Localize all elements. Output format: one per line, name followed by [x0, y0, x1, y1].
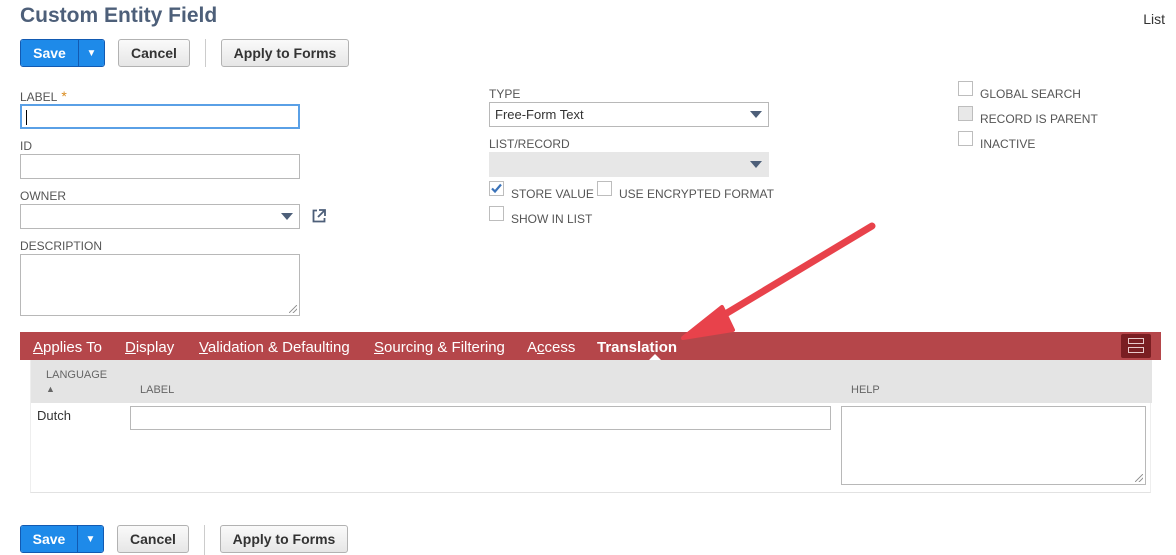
chevron-down-icon — [750, 111, 762, 118]
subtab-bar: Applies To Display Validation & Defaulti… — [20, 332, 1161, 360]
save-button-group: Save ▼ — [20, 39, 105, 67]
translation-help-textarea[interactable] — [841, 406, 1146, 485]
store-value-label: STORE VALUE — [511, 187, 594, 201]
use-encrypted-format-checkbox[interactable] — [597, 181, 612, 196]
description-field-caption: DESCRIPTION — [20, 239, 103, 253]
save-menu-button[interactable]: ▼ — [78, 40, 104, 66]
show-in-list-checkbox[interactable] — [489, 206, 504, 221]
apply-to-forms-button[interactable]: Apply to Forms — [221, 39, 349, 67]
type-select[interactable]: Free-Form Text — [489, 102, 769, 127]
store-value-checkbox[interactable] — [489, 181, 504, 196]
save-button[interactable]: Save — [21, 40, 78, 66]
save-button-bottom[interactable]: Save — [21, 526, 77, 552]
tab-applies-to[interactable]: Applies To — [33, 339, 102, 356]
label-field-caption: LABEL * — [20, 88, 67, 104]
text-cursor — [26, 110, 27, 125]
page-title: Custom Entity Field — [20, 4, 218, 27]
open-external-icon[interactable] — [311, 208, 327, 224]
type-field-caption: TYPE — [489, 87, 521, 101]
toolbar-divider — [205, 39, 206, 67]
label-column-header[interactable]: LABEL — [140, 384, 174, 396]
owner-select[interactable] — [20, 204, 300, 229]
label-field-caption-text: LABEL — [20, 90, 58, 104]
help-column-header[interactable]: HELP — [851, 384, 880, 396]
label-input[interactable] — [20, 104, 300, 129]
tab-sourcing-filtering[interactable]: Sourcing & Filtering — [374, 339, 505, 356]
sublist-header: LANGUAGE ▲ LABEL HELP — [31, 360, 1152, 403]
language-column-header[interactable]: LANGUAGE — [46, 369, 107, 381]
resize-grip-icon[interactable] — [289, 305, 297, 313]
required-marker: * — [61, 88, 67, 104]
record-is-parent-checkbox[interactable] — [958, 106, 973, 121]
record-is-parent-label: RECORD IS PARENT — [980, 112, 1098, 126]
global-search-label: GLOBAL SEARCH — [980, 87, 1081, 101]
layout-icon — [1128, 338, 1144, 344]
use-encrypted-format-label: USE ENCRYPTED FORMAT — [619, 187, 774, 201]
list-record-field-caption: LIST/RECORD — [489, 137, 570, 151]
apply-to-forms-button-bottom[interactable]: Apply to Forms — [220, 525, 348, 553]
cancel-button-bottom[interactable]: Cancel — [117, 525, 189, 553]
translation-label-input[interactable] — [130, 406, 831, 430]
tab-display[interactable]: Display — [125, 339, 174, 356]
layout-icon — [1128, 347, 1144, 353]
sort-ascending-icon: ▲ — [46, 384, 55, 394]
translation-sublist: LANGUAGE ▲ LABEL HELP Dutch — [30, 360, 1152, 493]
type-select-value: Free-Form Text — [495, 107, 584, 122]
list-link[interactable]: List — [1143, 11, 1165, 27]
inactive-checkbox[interactable] — [958, 131, 973, 146]
checkmark-icon — [491, 183, 502, 194]
tab-translation[interactable]: Translation — [597, 339, 677, 356]
id-input[interactable] — [20, 154, 300, 179]
resize-grip-icon[interactable] — [1135, 474, 1143, 482]
show-in-list-label: SHOW IN LIST — [511, 212, 593, 226]
cancel-button[interactable]: Cancel — [118, 39, 190, 67]
subtab-layout-button[interactable] — [1121, 334, 1151, 358]
global-search-checkbox[interactable] — [958, 81, 973, 96]
id-field-caption: ID — [20, 139, 32, 153]
chevron-down-icon — [750, 161, 762, 168]
owner-field-caption: OWNER — [20, 189, 66, 203]
language-cell: Dutch — [37, 408, 71, 423]
list-record-select[interactable] — [489, 152, 769, 177]
toolbar-divider-bottom — [204, 525, 205, 555]
save-button-group-bottom: Save ▼ — [20, 525, 104, 553]
save-menu-button-bottom[interactable]: ▼ — [77, 526, 103, 552]
tab-access[interactable]: Access — [527, 339, 575, 356]
inactive-label: INACTIVE — [980, 137, 1036, 151]
chevron-down-icon — [281, 213, 293, 220]
description-textarea[interactable] — [20, 254, 300, 316]
tab-validation-defaulting[interactable]: Validation & Defaulting — [199, 339, 350, 356]
